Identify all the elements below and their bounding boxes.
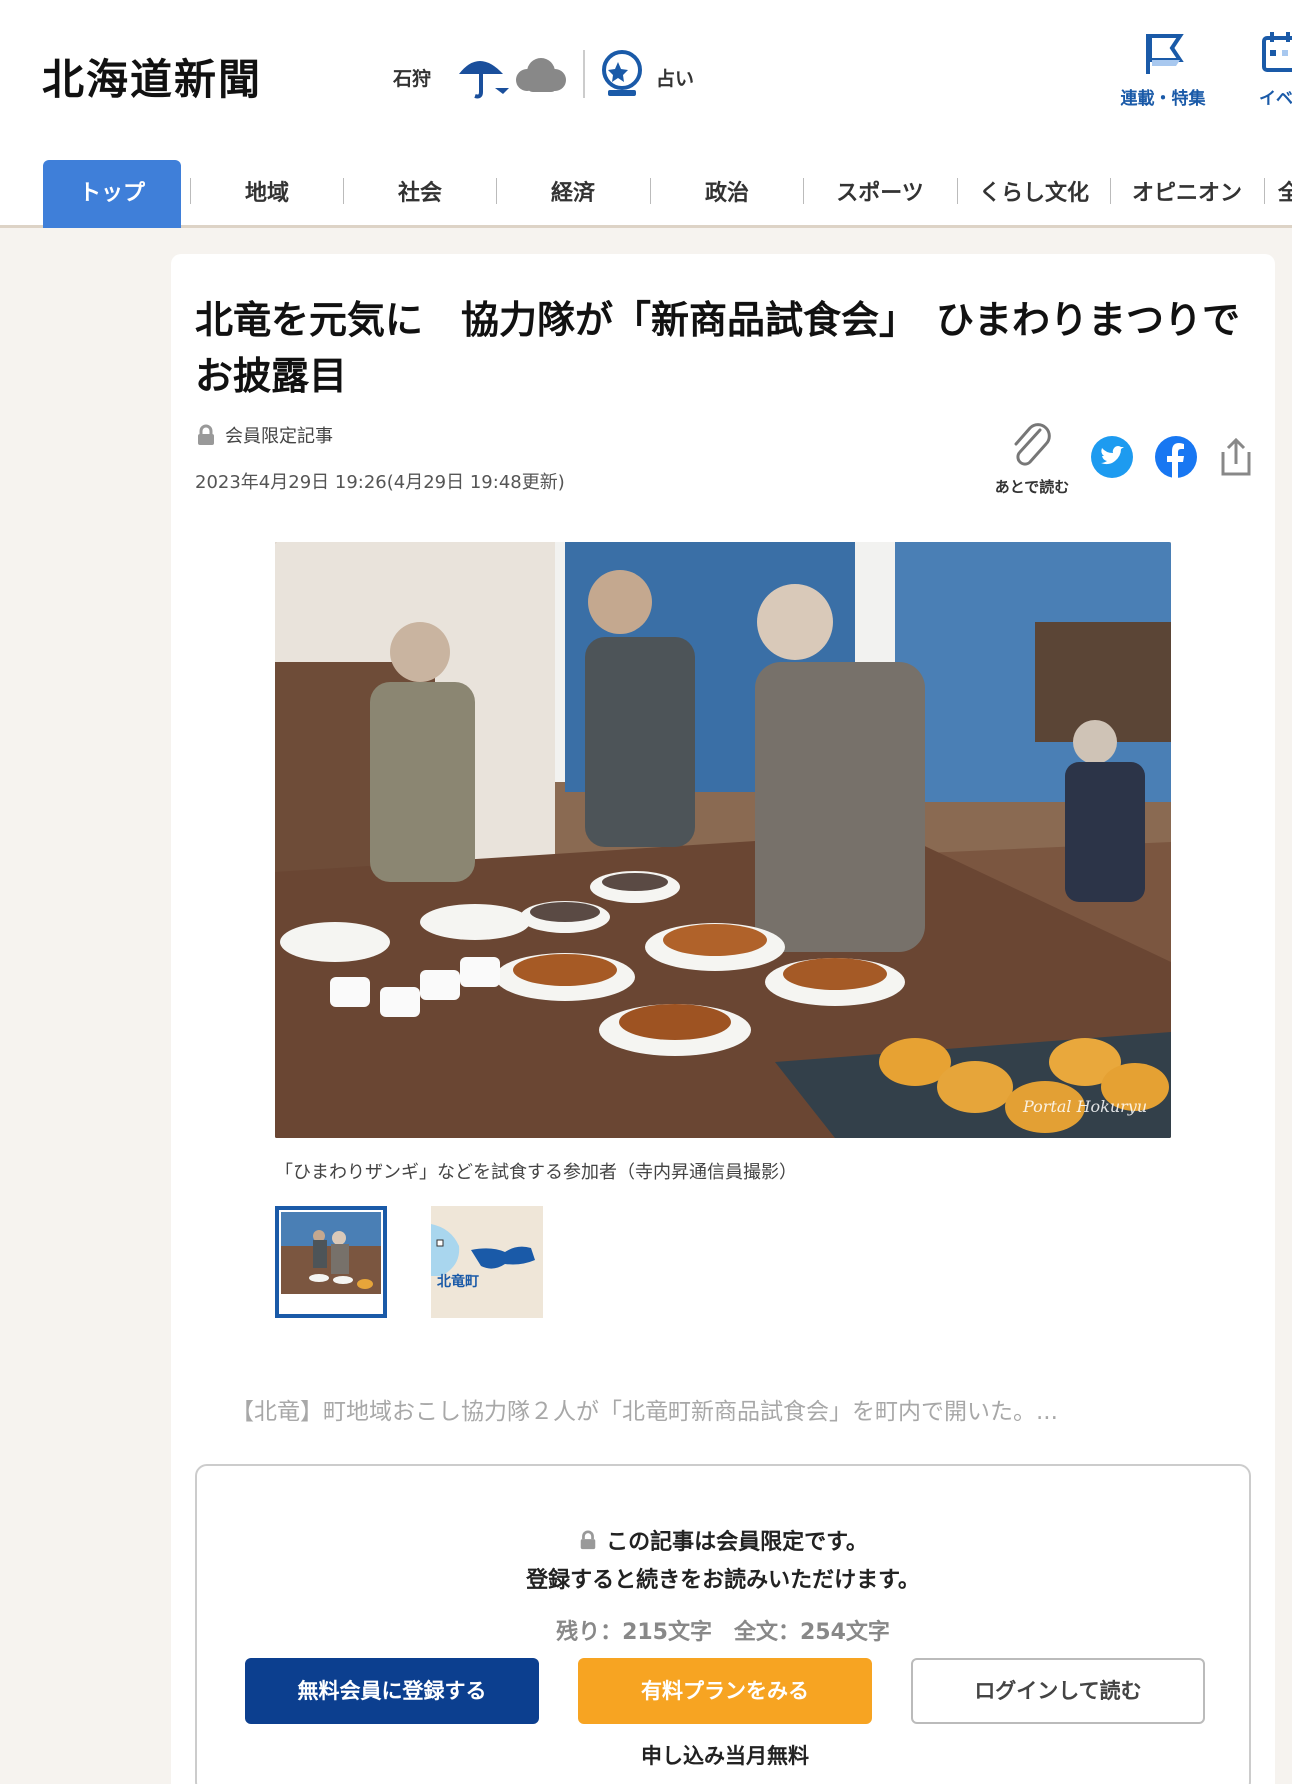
photo-credit: Portal Hokuryu — [1022, 1097, 1147, 1116]
tab-region[interactable]: 地域 — [190, 160, 344, 228]
site-logo[interactable]: 北海道新聞 — [42, 46, 262, 107]
article-title: 北竜を元気に 協力隊が「新商品試食会」 ひまわりまつりでお披露目 — [195, 298, 1241, 398]
login-button[interactable]: ログインして読む — [911, 1658, 1205, 1724]
members-only-label: 会員限定記事 — [225, 426, 333, 447]
photo-thumbnail-1[interactable] — [275, 1206, 387, 1318]
photo-caption: 「ひまわりザンギ」などを試食する参加者（寺内昇通信員撮影） — [275, 1162, 797, 1183]
read-later-label: あとで読む — [994, 478, 1070, 496]
tab-economy[interactable]: 経済 — [496, 160, 650, 228]
article-lead: 【北竜】町地域おこし協力隊２人が「北竜町新商品試食会」を町内で開いた。... — [231, 1399, 1058, 1425]
weather-icon[interactable] — [455, 48, 571, 100]
members-only-tag: 会員限定記事 — [195, 422, 333, 448]
tab-culture[interactable]: くらし文化 — [957, 160, 1111, 228]
remaining-count: 残り：215文字 全文：254文字 — [556, 1620, 890, 1645]
paywall-line1: この記事は会員限定です。 — [606, 1530, 868, 1555]
calendar-icon — [1262, 32, 1292, 72]
umbrella-rain-icon — [459, 61, 509, 99]
map-thumbnail: 北竜町 — [431, 1206, 543, 1318]
tasting-event-photo: Portal Hokuryu — [275, 542, 1171, 1138]
tab-all[interactable]: 全 — [1278, 160, 1292, 228]
tab-top[interactable]: トップ — [43, 160, 181, 228]
paid-plan-button[interactable]: 有料プランをみる — [578, 1658, 872, 1724]
fortune-link[interactable]: 占い — [656, 64, 694, 91]
lock-icon — [198, 424, 214, 445]
register-free-button[interactable]: 無料会員に登録する — [245, 1658, 539, 1724]
article-photo[interactable]: Portal Hokuryu — [275, 542, 1171, 1138]
map-label: 北竜町 — [437, 1273, 479, 1290]
tab-sports[interactable]: スポーツ — [803, 160, 957, 228]
cloud-icon — [516, 58, 566, 92]
photo-thumbnail-2[interactable]: 北竜町 — [431, 1206, 543, 1318]
crystal-ball-icon[interactable] — [598, 48, 646, 100]
category-nav: トップ 地域 社会 経済 政治 スポーツ くらし文化 オピニオン 全 — [0, 160, 1292, 228]
paywall-notice: この記事は会員限定です。 — [197, 1524, 1249, 1556]
tab-politics[interactable]: 政治 — [650, 160, 804, 228]
series-features-label: 連載・特集 — [1120, 89, 1206, 109]
share-icon[interactable] — [1215, 436, 1257, 478]
twitter-icon[interactable] — [1091, 436, 1133, 478]
publish-date: 2023年4月29日 19:26(4月29日 19:48更新) — [195, 472, 565, 493]
read-later-button[interactable]: あとで読む — [989, 422, 1075, 497]
header-divider — [583, 50, 585, 98]
lock-icon — [580, 1530, 596, 1550]
series-features-link[interactable]: 連載・特集 — [1118, 30, 1208, 109]
events-link[interactable]: イベ — [1256, 30, 1292, 109]
events-label: イベ — [1259, 89, 1292, 109]
flag-icon — [1146, 34, 1184, 74]
nav-divider — [1264, 178, 1265, 204]
article-card: 北竜を元気に 協力隊が「新商品試食会」 ひまわりまつりでお披露目 会員限定記事 … — [171, 254, 1275, 1784]
paperclip-icon — [1014, 423, 1051, 466]
tab-society[interactable]: 社会 — [343, 160, 497, 228]
region-label[interactable]: 石狩 — [393, 64, 431, 91]
paywall-line2: 登録すると続きをお読みいただけます。 — [526, 1568, 920, 1593]
paywall-box: この記事は会員限定です。 登録すると続きをお読みいただけます。 残り：215文字… — [195, 1464, 1251, 1784]
tasting-thumbnail — [279, 1210, 383, 1314]
tab-opinion[interactable]: オピニオン — [1110, 160, 1264, 228]
facebook-icon[interactable] — [1155, 436, 1197, 478]
free-first-month-note: 申し込み当月無料 — [641, 1744, 809, 1768]
